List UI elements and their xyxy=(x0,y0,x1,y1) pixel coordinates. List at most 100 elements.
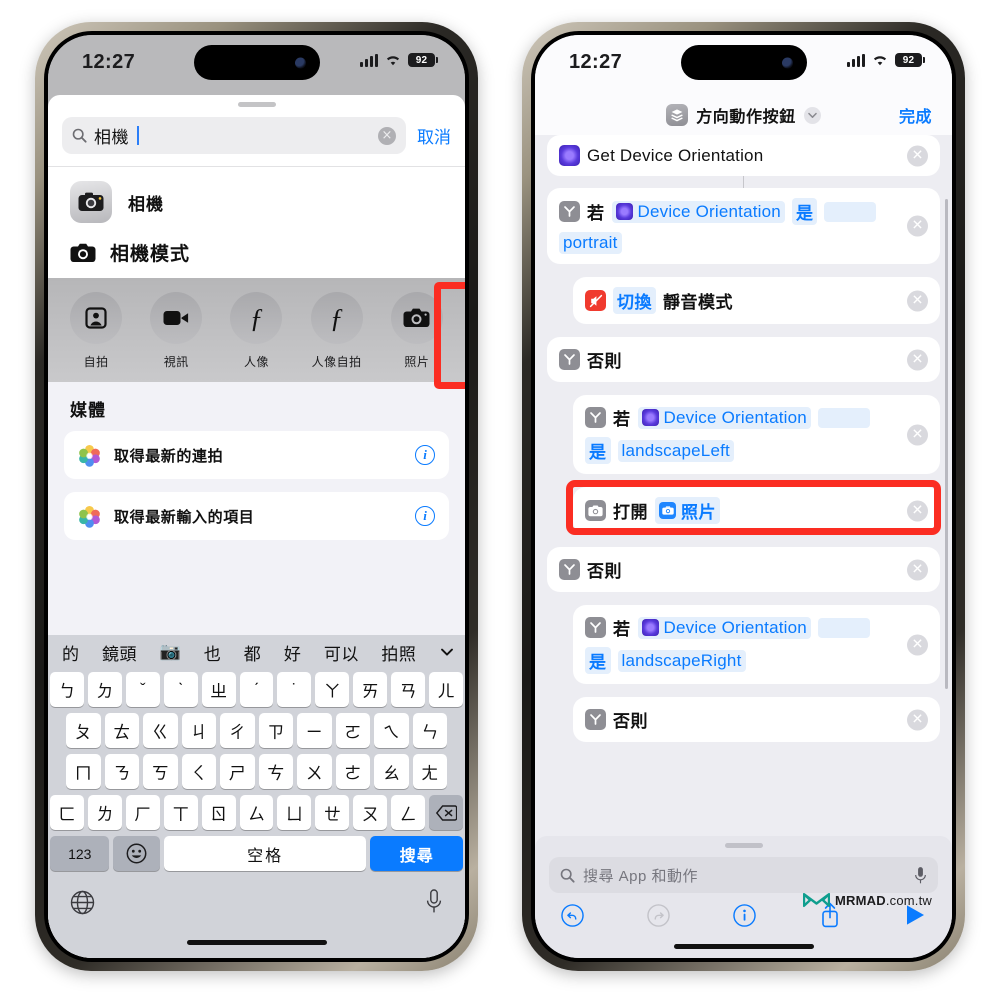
remove-action-button[interactable]: ✕ xyxy=(907,559,928,580)
key[interactable]: ㄦ xyxy=(429,672,463,707)
remove-action-button[interactable]: ✕ xyxy=(907,349,928,370)
action-card-if-landscape-left[interactable]: 若 Device Orientation 是 landscapeLeft ✕ xyxy=(573,395,940,474)
suggestion-item[interactable]: 的 xyxy=(62,640,80,665)
key[interactable]: ㄊ xyxy=(104,713,139,748)
info-icon[interactable]: i xyxy=(415,445,435,465)
camera-mode-video[interactable]: 視訊 xyxy=(142,292,210,370)
action-card-if-landscape-right[interactable]: 若 Device Orientation 是 landscapeRight ✕ xyxy=(573,605,940,684)
key[interactable]: ㄍ xyxy=(143,713,178,748)
key[interactable]: ˊ xyxy=(239,672,274,707)
done-button[interactable]: 完成 xyxy=(899,103,932,127)
scrollbar[interactable] xyxy=(945,199,948,689)
cancel-button[interactable]: 取消 xyxy=(417,123,451,148)
key[interactable]: ㄢ xyxy=(391,672,426,707)
chevron-down-icon[interactable] xyxy=(803,106,821,124)
key[interactable]: ㄈ xyxy=(50,795,84,830)
remove-action-button[interactable]: ✕ xyxy=(907,145,928,166)
globe-icon[interactable] xyxy=(70,890,95,915)
key[interactable]: ㄎ xyxy=(143,754,178,789)
key[interactable]: ˋ xyxy=(163,672,198,707)
key[interactable]: ㄌ xyxy=(87,795,122,830)
key[interactable]: ㄣ xyxy=(412,713,447,748)
info-icon[interactable] xyxy=(733,903,756,927)
key[interactable]: ㄛ xyxy=(335,713,370,748)
key[interactable]: ㄇ xyxy=(66,754,101,789)
suggestion-item[interactable]: 鏡頭 xyxy=(102,640,137,665)
search-key[interactable]: 搜尋 xyxy=(370,836,463,871)
variable-token[interactable]: Device Orientation xyxy=(637,616,811,639)
shortcut-title-group[interactable]: 方向動作按鈕 xyxy=(666,103,821,127)
key[interactable]: ㄋ xyxy=(104,754,139,789)
suggestion-item[interactable]: 拍照 xyxy=(381,640,416,665)
suggestion-item[interactable]: 也 xyxy=(204,640,222,665)
comparison-operator[interactable]: 是 xyxy=(585,437,611,464)
key[interactable]: ㄤ xyxy=(412,754,447,789)
numbers-key[interactable]: 123 xyxy=(50,836,110,871)
key[interactable]: ㄝ xyxy=(315,795,350,830)
remove-action-button[interactable]: ✕ xyxy=(907,215,928,237)
variable-token[interactable]: Device Orientation xyxy=(611,200,785,223)
list-item[interactable]: 取得最新的連拍 i xyxy=(64,431,449,479)
suggestion-item[interactable]: 可以 xyxy=(324,640,359,665)
comparison-value[interactable]: portrait xyxy=(559,232,622,254)
remove-action-button[interactable]: ✕ xyxy=(907,634,928,655)
empty-field[interactable] xyxy=(824,201,877,222)
suggestion-item[interactable]: 好 xyxy=(284,640,302,665)
action-card-if-portrait[interactable]: 若 Device Orientation 是 portrait ✕ xyxy=(547,188,940,264)
camera-mode-selfie[interactable]: 自拍 xyxy=(62,292,130,370)
comparison-value[interactable]: landscapeLeft xyxy=(617,439,734,462)
key[interactable]: ㄕ xyxy=(220,754,255,789)
key[interactable]: ㄅ xyxy=(50,672,84,707)
key[interactable]: ㄑ xyxy=(181,754,216,789)
camera-mode-photo[interactable]: 照片 xyxy=(383,292,451,370)
search-input[interactable]: 相機 × xyxy=(62,117,406,154)
action-card-open-photos[interactable]: 打開 照片 ✕ xyxy=(573,487,940,534)
undo-icon[interactable] xyxy=(561,903,584,927)
key[interactable]: ㄉ xyxy=(87,672,122,707)
variable-token[interactable]: Device Orientation xyxy=(637,406,811,429)
backspace-icon[interactable] xyxy=(429,795,463,830)
key[interactable]: ㄒ xyxy=(163,795,198,830)
action-card-otherwise-2[interactable]: 否則 ✕ xyxy=(547,547,940,592)
action-verb-token[interactable]: 切換 xyxy=(613,287,656,314)
list-item[interactable]: 取得最新輸入的項目 i xyxy=(64,492,449,540)
redo-icon[interactable] xyxy=(647,903,670,927)
key[interactable]: ㄘ xyxy=(258,754,293,789)
panel-grabber[interactable] xyxy=(724,843,763,848)
clear-search-button[interactable]: × xyxy=(378,126,396,145)
key[interactable]: ㄩ xyxy=(277,795,312,830)
key[interactable]: ㄧ xyxy=(297,713,332,748)
key[interactable]: ㄐ xyxy=(181,713,216,748)
key[interactable]: ㄠ xyxy=(374,754,409,789)
app-token[interactable]: 照片 xyxy=(655,497,720,524)
search-input[interactable]: 搜尋 App 和動作 xyxy=(549,857,938,893)
key[interactable]: ㄖ xyxy=(201,795,236,830)
app-result-row[interactable]: 相機 xyxy=(48,167,465,233)
suggestion-item[interactable]: 都 xyxy=(244,640,262,665)
remove-action-button[interactable]: ✕ xyxy=(907,709,928,730)
comparison-value[interactable]: landscapeRight xyxy=(617,649,746,672)
microphone-icon[interactable] xyxy=(914,866,927,885)
key[interactable]: ㄜ xyxy=(335,754,370,789)
remove-action-button[interactable]: ✕ xyxy=(907,290,928,311)
key[interactable]: ㄚ xyxy=(315,672,350,707)
key[interactable]: ㄙ xyxy=(239,795,274,830)
key[interactable]: ㄓ xyxy=(201,672,236,707)
key[interactable]: ㄗ xyxy=(258,713,293,748)
key[interactable]: ㄡ xyxy=(353,795,388,830)
microphone-icon[interactable] xyxy=(425,889,443,915)
camera-mode-portrait[interactable]: ƒ 人像 xyxy=(222,292,290,370)
space-key[interactable]: 空格 xyxy=(163,836,367,871)
key[interactable]: ㄨ xyxy=(297,754,332,789)
key[interactable]: ˇ xyxy=(125,672,160,707)
action-card-toggle-silent-mode[interactable]: 切換 靜音模式 ✕ xyxy=(573,277,940,324)
camera-mode-portrait-selfie[interactable]: ƒ 人像自拍 xyxy=(303,292,371,370)
suggestion-item[interactable]: 📷 xyxy=(160,642,182,662)
key[interactable]: ㄔ xyxy=(220,713,255,748)
action-card-otherwise-3[interactable]: 否則 ✕ xyxy=(573,697,940,742)
home-indicator[interactable] xyxy=(186,939,327,945)
info-icon[interactable]: i xyxy=(415,506,435,526)
empty-field[interactable] xyxy=(817,617,870,638)
remove-action-button[interactable]: ✕ xyxy=(907,500,928,521)
home-indicator[interactable] xyxy=(673,944,814,949)
